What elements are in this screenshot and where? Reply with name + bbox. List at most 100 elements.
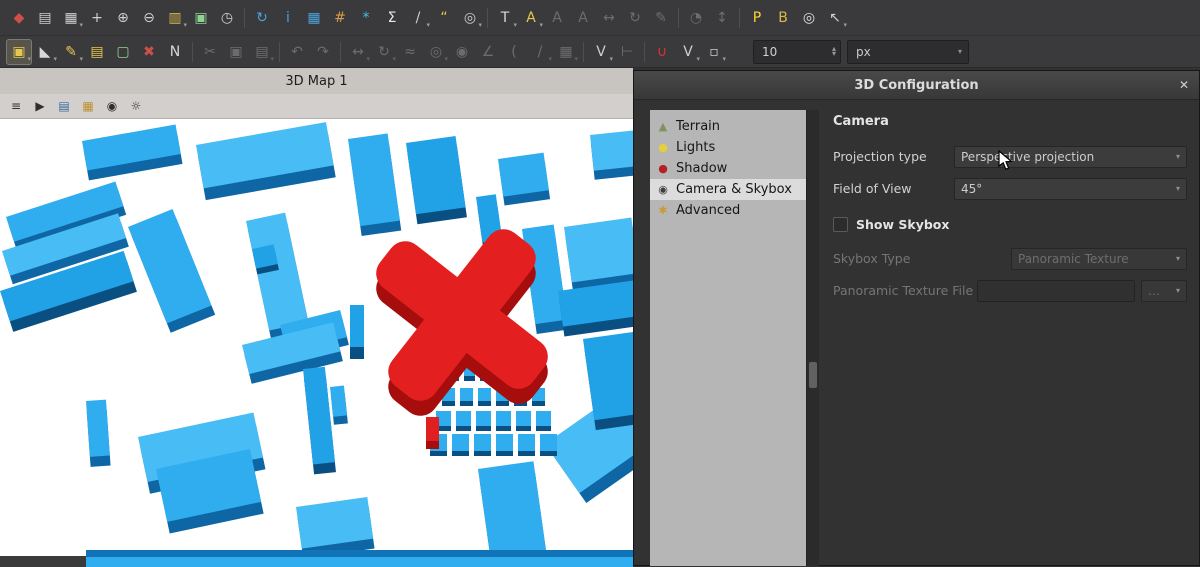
copy-features-icon[interactable]: ▣ ▾: [223, 39, 249, 65]
zoom-out-icon[interactable]: ⊖ ▾: [136, 5, 162, 31]
combo-arrow-icon: ▾: [958, 47, 962, 56]
snapping-tolerance-spinbox[interactable]: 10 ▴▾: [753, 40, 841, 64]
move-feature-icon[interactable]: ↔ ▾: [345, 39, 371, 65]
toolbar-icon-glyph: ✖: [143, 45, 155, 59]
vertex-tool-icon[interactable]: ◣ ▾: [32, 39, 58, 65]
projection-type-combo[interactable]: Perspective projection ▾: [954, 146, 1187, 168]
save-layer-edits-icon[interactable]: ▤ ▾: [84, 39, 110, 65]
3d-map-viewport[interactable]: [0, 119, 633, 567]
nav-item-advanced[interactable]: ✱ Advanced: [650, 200, 806, 221]
style-manager-icon[interactable]: ◆ ▾: [6, 5, 32, 31]
close-icon[interactable]: ✕: [1175, 76, 1193, 94]
move-diagram-icon[interactable]: ↕ ▾: [709, 5, 735, 31]
temporal-controller-icon[interactable]: ◷ ▾: [214, 5, 240, 31]
merge-features-icon[interactable]: ▦ ▾: [553, 39, 579, 65]
toolbar-separator: [279, 42, 280, 62]
show-hidden-labels-icon[interactable]: A ▾: [570, 5, 596, 31]
save-as-image-icon[interactable]: ▤: [54, 96, 74, 116]
show-skybox-checkbox[interactable]: [833, 217, 848, 232]
add-ring-icon[interactable]: ◎ ▾: [423, 39, 449, 65]
nav-item-lights[interactable]: ● Lights: [650, 137, 806, 158]
nav-item-camera-skybox[interactable]: ◉ Camera & Skybox: [650, 179, 806, 200]
skybox-type-value: Panoramic Texture: [1018, 252, 1129, 266]
field-calculator-icon[interactable]: # ▾: [327, 5, 353, 31]
main-toolbar-row-1: ◆ ▾ ▤ ▾ ▦ ▾ + ▾ ⊕ ▾ ⊖ ▾ ▥ ▾ ▣ ▾ ◷ ▾ ↻ ▾ …: [0, 0, 1200, 36]
reshape-features-icon[interactable]: ∠ ▾: [475, 39, 501, 65]
field-of-view-combo[interactable]: 45° ▾: [954, 178, 1187, 200]
label-options-icon[interactable]: A ▾: [518, 5, 544, 31]
change-label-icon[interactable]: ✎ ▾: [648, 5, 674, 31]
measure-icon[interactable]: / ▾: [405, 5, 431, 31]
plugin-manager-icon[interactable]: B ▾: [770, 5, 796, 31]
text-annotation-icon[interactable]: T ▾: [492, 5, 518, 31]
toolbar-icon-glyph: T: [501, 11, 510, 25]
panoramic-texture-file-label: Panoramic Texture File: [833, 283, 977, 298]
move-label-icon[interactable]: ↔ ▾: [596, 5, 622, 31]
new-map-view-icon[interactable]: ▦ ▾: [58, 5, 84, 31]
layers-panel-icon[interactable]: ▣ ▾: [188, 5, 214, 31]
spin-down-icon[interactable]: ▾: [832, 52, 836, 57]
offset-curve-icon[interactable]: ( ▾: [501, 39, 527, 65]
redo-icon[interactable]: ↷ ▾: [310, 39, 336, 65]
dialog-titlebar[interactable]: 3D Configuration ✕: [634, 71, 1199, 100]
camera-control-icon[interactable]: ≡: [6, 96, 26, 116]
export-scene-icon[interactable]: ▦: [78, 96, 98, 116]
pin-labels-icon[interactable]: A ▾: [544, 5, 570, 31]
zoom-to-selection-icon[interactable]: ◎ ▾: [457, 5, 483, 31]
combo-arrow-icon: ▾: [1176, 286, 1180, 295]
map-toolbar-icon-glyph: ◉: [107, 100, 117, 112]
field-of-view-label: Field of View: [833, 181, 954, 196]
pan-map-icon[interactable]: + ▾: [84, 5, 110, 31]
delete-selected-icon[interactable]: ✖ ▾: [136, 39, 162, 65]
rotate-label-icon[interactable]: ↻ ▾: [622, 5, 648, 31]
open-data-source-icon[interactable]: ▤ ▾: [32, 5, 58, 31]
diagram-options-icon[interactable]: ◔ ▾: [683, 5, 709, 31]
scrollbar-thumb[interactable]: [809, 362, 817, 388]
map-toolbar-icon-glyph: ☼: [131, 100, 142, 112]
python-console-icon[interactable]: P ▾: [744, 5, 770, 31]
current-edits-icon[interactable]: ▣ ▾: [6, 39, 32, 65]
search-locator-icon[interactable]: ◎ ▾: [796, 5, 822, 31]
configure-icon[interactable]: ☼: [126, 96, 146, 116]
bookmarks-icon[interactable]: ▥ ▾: [162, 5, 188, 31]
nav-item-terrain[interactable]: ▲ Terrain: [650, 116, 806, 137]
tracing-icon[interactable]: ▫ ▾: [701, 39, 727, 65]
north-arrow-icon[interactable]: N ▾: [162, 39, 188, 65]
snapping-units-combo[interactable]: px ▾: [847, 40, 969, 64]
nav-scrollbar[interactable]: [806, 110, 819, 566]
add-part-icon[interactable]: ◉ ▾: [449, 39, 475, 65]
toggle-editing-icon[interactable]: ✎ ▾: [58, 39, 84, 65]
play-animation-icon[interactable]: ▶: [30, 96, 50, 116]
nav-item-label: Advanced: [676, 203, 740, 218]
dropdown-caret-icon: ▾: [270, 55, 274, 63]
statistical-summary-icon[interactable]: Σ ▾: [379, 5, 405, 31]
whats-this-icon[interactable]: ↖ ▾: [822, 5, 848, 31]
dropdown-caret-icon: ▾: [392, 55, 396, 63]
split-features-icon[interactable]: / ▾: [527, 39, 553, 65]
map-tips-icon[interactable]: “ ▾: [431, 5, 457, 31]
set-view-theme-icon[interactable]: ◉: [102, 96, 122, 116]
toolbar-icon-glyph: ↔: [603, 11, 615, 25]
combo-arrow-icon: ▾: [1176, 184, 1180, 193]
dropdown-caret-icon: ▾: [426, 21, 430, 29]
snapping-magnet-icon[interactable]: ∪ ▾: [649, 39, 675, 65]
cut-features-icon[interactable]: ✂ ▾: [197, 39, 223, 65]
add-record-icon[interactable]: ▢ ▾: [110, 39, 136, 65]
undo-icon[interactable]: ↶ ▾: [284, 39, 310, 65]
paste-features-icon[interactable]: ▤ ▾: [249, 39, 275, 65]
vertex-editor-panel-icon[interactable]: V ▾: [588, 39, 614, 65]
processing-toolbox-icon[interactable]: * ▾: [353, 5, 379, 31]
open-attribute-table-icon[interactable]: ▦ ▾: [301, 5, 327, 31]
spinbox-arrows[interactable]: ▴▾: [832, 47, 836, 57]
nav-item-shadow[interactable]: ● Shadow: [650, 158, 806, 179]
trim-extend-icon[interactable]: ⊢ ▾: [614, 39, 640, 65]
identify-features-icon[interactable]: i ▾: [275, 5, 301, 31]
refresh-map-icon[interactable]: ↻ ▾: [249, 5, 275, 31]
zoom-in-icon[interactable]: ⊕ ▾: [110, 5, 136, 31]
snapping-mode-icon[interactable]: V ▾: [675, 39, 701, 65]
dropdown-caret-icon: ▾: [79, 55, 83, 63]
rotate-feature-icon[interactable]: ↻ ▾: [371, 39, 397, 65]
toolbar-icon-glyph: ✂: [204, 45, 216, 59]
lightbulb-icon: ●: [656, 142, 670, 153]
simplify-feature-icon[interactable]: ≈ ▾: [397, 39, 423, 65]
